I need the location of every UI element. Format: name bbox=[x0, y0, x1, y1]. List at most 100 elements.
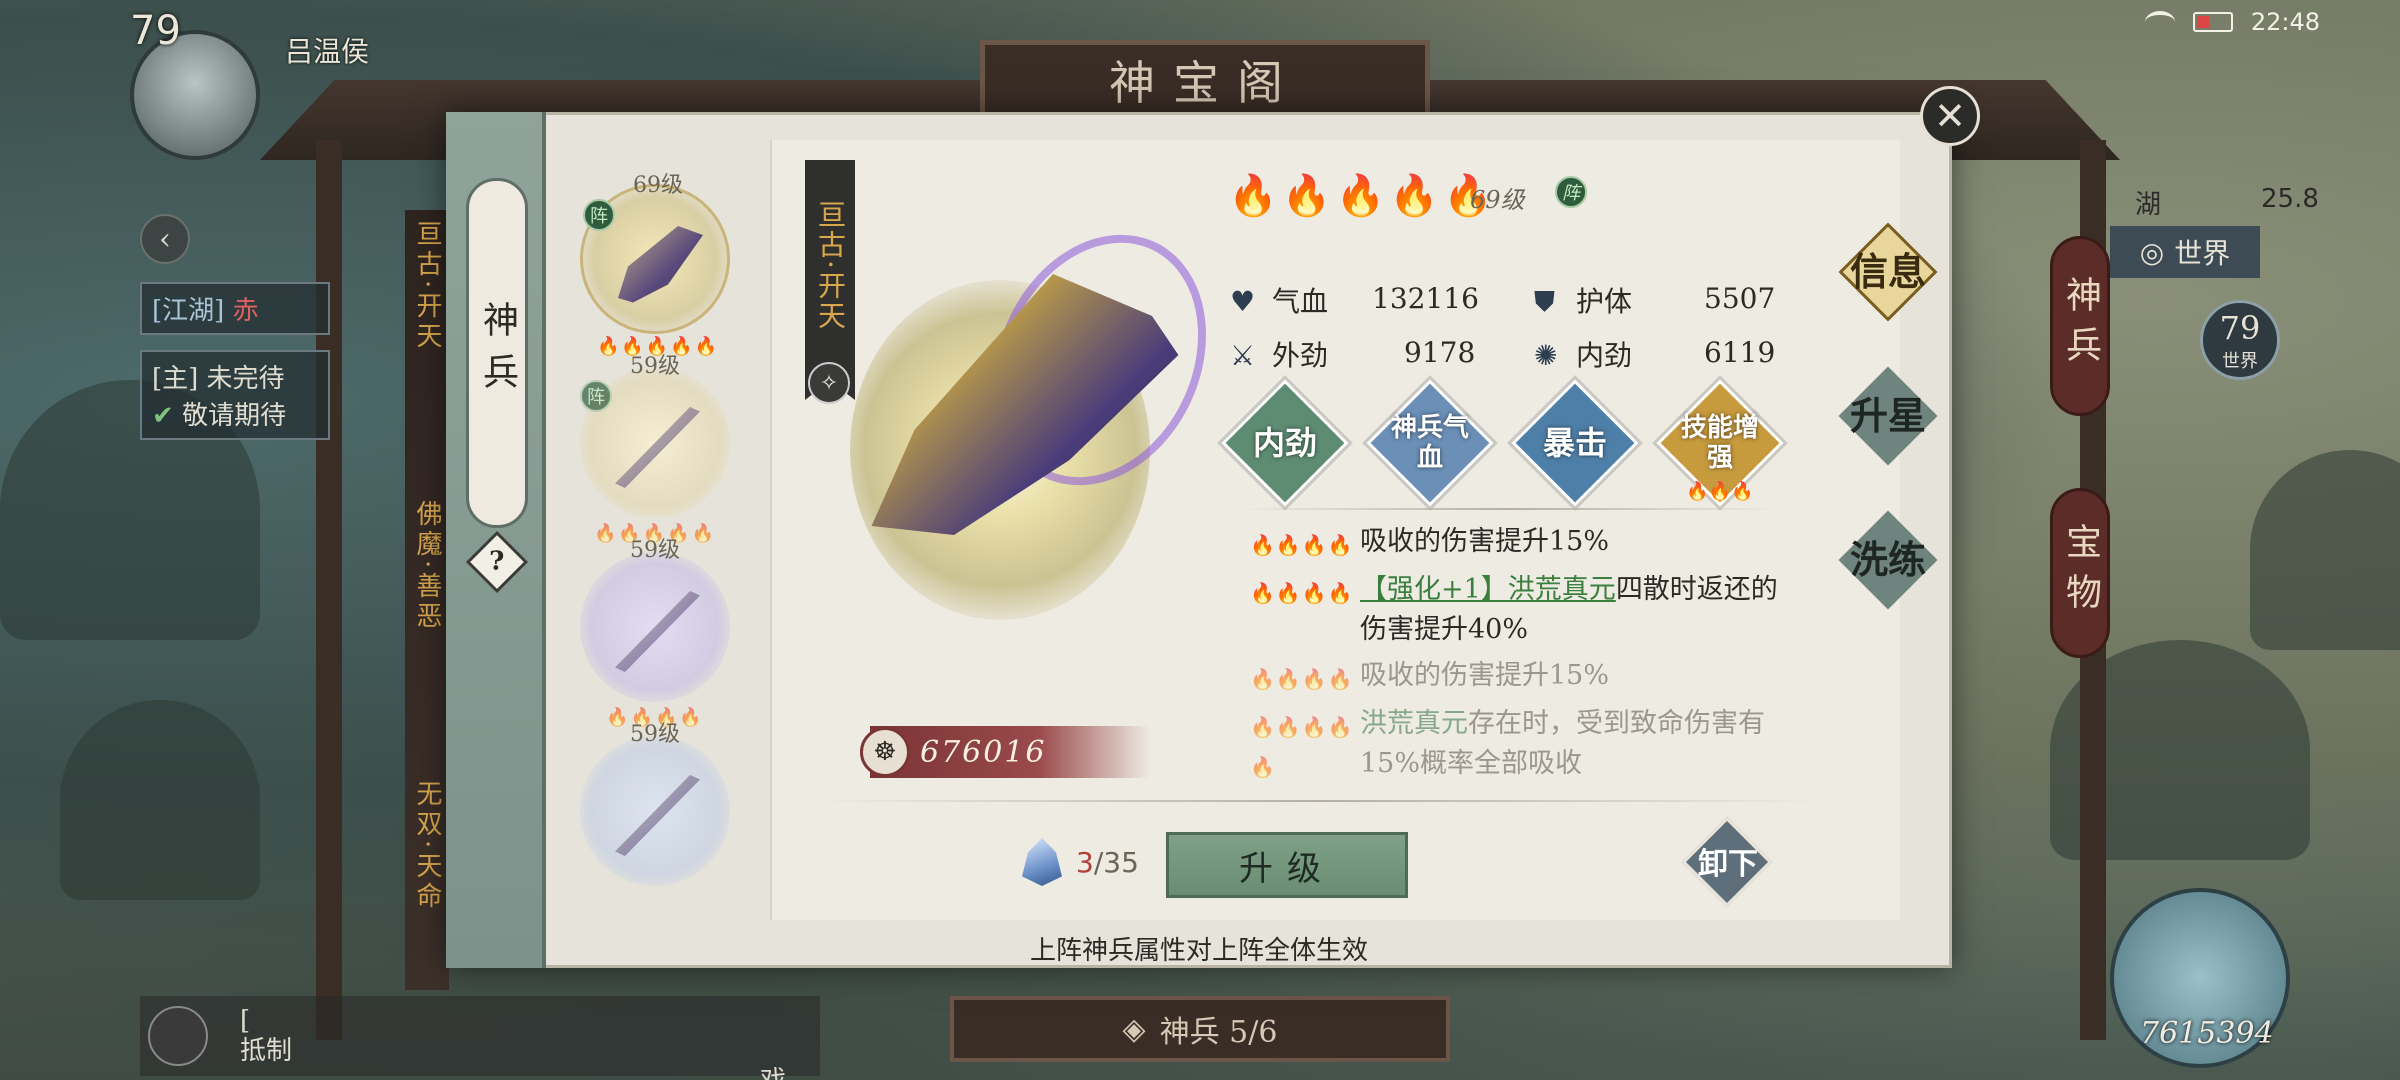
combat-power: ☸ 676016 bbox=[860, 726, 1150, 778]
tab-star-up[interactable]: 升星 bbox=[1838, 366, 1938, 466]
cost-owned: 3 bbox=[1076, 845, 1094, 879]
unload-button[interactable]: 卸下 bbox=[1688, 825, 1768, 905]
main-quest-sub: ✔ 敬请期待 bbox=[152, 395, 318, 432]
location-coords: 25.8 bbox=[2261, 184, 2319, 214]
world-level: 79 bbox=[2219, 309, 2261, 347]
stat-value: 9178 bbox=[1404, 336, 1476, 369]
stat-value: 6119 bbox=[1704, 336, 1776, 369]
stat-hp-value: 132116 bbox=[1372, 282, 1479, 315]
category-label: 无双·天命 bbox=[412, 780, 442, 913]
tab-label: 信息 bbox=[1849, 249, 1926, 294]
skill-critical[interactable]: 暴击 bbox=[1511, 379, 1639, 507]
chat-line: [ bbox=[240, 1006, 251, 1036]
world-button-label: 世界 bbox=[2174, 237, 2231, 270]
globe-icon: ◎ bbox=[2139, 235, 2165, 269]
weapon-slot-level: 59级 bbox=[630, 722, 680, 747]
shield-icon: ⛊ bbox=[1534, 285, 1556, 318]
skill-enhance[interactable]: 技能增强 🔥🔥🔥 bbox=[1656, 379, 1784, 507]
weapon-slot[interactable]: 59级 阵 🔥🔥🔥🔥🔥 bbox=[580, 354, 730, 544]
weapon-slot[interactable]: 59级 bbox=[580, 722, 730, 886]
effect-stars: 🔥🔥🔥🔥 bbox=[1250, 581, 1354, 605]
divider bbox=[1240, 508, 1780, 510]
weapon-thumbnail bbox=[615, 775, 700, 856]
help-icon: ? bbox=[489, 546, 505, 577]
tab-divine-weapon[interactable]: 神兵 bbox=[466, 178, 528, 528]
player-level: 79 bbox=[130, 8, 181, 54]
weapon-level-text: 69级 bbox=[1470, 186, 1525, 214]
player-name: 吕温侯 bbox=[285, 35, 370, 68]
world-level-badge[interactable]: 79 世界 bbox=[2200, 300, 2280, 380]
effect-stars: 🔥🔥🔥🔥🔥 bbox=[1250, 715, 1354, 779]
formation-badge: 阵 bbox=[1555, 176, 1587, 208]
map-mountain bbox=[60, 700, 260, 900]
weapon-slot-level: 59级 bbox=[630, 354, 680, 379]
main-quest[interactable]: [主] 未完待 ✔ 敬请期待 bbox=[140, 350, 330, 440]
effect-prefix: 【强化+1】洪荒真元 bbox=[1360, 574, 1616, 605]
effect-text: 吸收的伤害提升15% bbox=[1360, 660, 1610, 691]
wifi-icon bbox=[2144, 11, 2175, 33]
combat-score: 7615394 bbox=[2140, 1016, 2274, 1051]
upgrade-button[interactable]: 升级 bbox=[1166, 832, 1408, 898]
quest-tag: [江湖] bbox=[152, 296, 225, 326]
effect-stars: 🔥🔥🔥🔥 bbox=[1250, 667, 1354, 691]
right-tab-weapons[interactable]: 神兵 bbox=[2050, 236, 2110, 416]
quest-text: 赤 bbox=[232, 296, 259, 326]
clock: 22:48 bbox=[2250, 8, 2320, 36]
stat-inner: ✺ 内劲 bbox=[1534, 334, 1632, 374]
effect-text-block: 【强化+1】洪荒真元四散时返还的伤害提升40% bbox=[1360, 570, 1790, 650]
category-label: 佛魔·善恶 bbox=[412, 500, 442, 633]
weapon-list: 69级 阵 🔥🔥🔥🔥🔥 59级 阵 🔥🔥🔥🔥🔥 59级 🔥🔥🔥🔥 59级 bbox=[560, 140, 750, 890]
weapon-slot[interactable]: 59级 🔥🔥🔥🔥 bbox=[580, 538, 730, 728]
effect-prefix: 洪荒真元 bbox=[1360, 708, 1468, 739]
weapon-slot-level: 69级 bbox=[633, 173, 683, 198]
swirl-icon: ✺ bbox=[1534, 339, 1558, 372]
weapon-type-icon: ✧ bbox=[808, 362, 850, 404]
stat-label: 气血 bbox=[1272, 285, 1329, 318]
chat-box[interactable]: [ 抵制戏。 bbox=[140, 996, 820, 1080]
weapon-level: 69级 阵 bbox=[1470, 176, 1587, 215]
tab-info[interactable]: 信息 bbox=[1838, 222, 1938, 322]
bottom-weapon-bar[interactable]: ◈ 神兵 5/6 bbox=[950, 996, 1450, 1062]
chat-line-text-end: 戏。 bbox=[760, 1066, 812, 1080]
location-info: 湖 25.8 bbox=[2135, 184, 2319, 221]
diamond-icon: ◈ bbox=[1122, 1011, 1146, 1047]
effect-row: 🔥🔥🔥🔥🔥 洪荒真元存在时，受到致命伤害有15%概率全部吸收 bbox=[1250, 704, 1790, 787]
crystal-icon bbox=[1022, 838, 1062, 886]
weapon-slot-level: 59级 bbox=[630, 538, 680, 563]
battery-icon bbox=[2192, 12, 2233, 32]
stat-outer-value: 9178 bbox=[1404, 336, 1475, 369]
tab-label: 升星 bbox=[1849, 393, 1926, 438]
quest-tracker[interactable]: [江湖] 赤 bbox=[140, 282, 330, 335]
panel-footnote: 上阵神兵属性对上阵全体生效 bbox=[1029, 936, 1368, 966]
chat-avatar-icon[interactable] bbox=[148, 1006, 208, 1066]
skill-inner-power[interactable]: 内劲 bbox=[1221, 379, 1349, 507]
skill-label: 技能增强 bbox=[1680, 413, 1759, 473]
effect-text: 吸收的伤害提升15% bbox=[1360, 526, 1610, 557]
effect-row: 🔥🔥🔥🔥 吸收的伤害提升15% bbox=[1250, 522, 1790, 565]
status-bar: 22:48 bbox=[2144, 4, 2320, 40]
stat-label: 内劲 bbox=[1576, 339, 1633, 372]
effect-text-block: 洪荒真元存在时，受到致命伤害有15%概率全部吸收 bbox=[1360, 704, 1790, 787]
right-tab-treasure[interactable]: 宝物 bbox=[2050, 488, 2110, 658]
divider bbox=[820, 800, 1820, 802]
pavilion-pillar bbox=[316, 140, 342, 1040]
location-name: 湖 bbox=[2135, 190, 2162, 220]
flame-icon: 🔥🔥🔥 bbox=[1228, 173, 1390, 219]
main-quest-title: [主] 未完待 bbox=[152, 364, 285, 394]
world-button[interactable]: ◎ 世界 bbox=[2110, 226, 2260, 278]
power-icon: ☸ bbox=[860, 727, 910, 777]
weapon-slot-selected[interactable]: 69级 阵 🔥🔥🔥🔥🔥 bbox=[580, 173, 730, 357]
back-arrow-icon[interactable]: ‹ bbox=[140, 214, 190, 264]
close-button[interactable]: ✕ bbox=[1920, 86, 1980, 146]
weapon-thumbnail bbox=[615, 407, 700, 488]
skill-label: 暴击 bbox=[1542, 424, 1607, 462]
bottom-weapon-label: 神兵 5/6 bbox=[1159, 1015, 1278, 1050]
main-quest-sub-text: 敬请期待 bbox=[182, 401, 287, 431]
star-rating: 🔥🔥🔥🔥🔥 bbox=[1228, 172, 1497, 219]
chat-line: 抵制戏。 bbox=[240, 1036, 812, 1080]
stat-label: 护体 bbox=[1576, 285, 1633, 318]
tab-refine[interactable]: 洗练 bbox=[1838, 510, 1938, 610]
sword-icon: ⚔ bbox=[1230, 339, 1256, 372]
effect-row: 🔥🔥🔥🔥 【强化+1】洪荒真元四散时返还的伤害提升40% bbox=[1250, 570, 1790, 650]
skill-weapon-hp[interactable]: 神兵气血 bbox=[1366, 379, 1494, 507]
